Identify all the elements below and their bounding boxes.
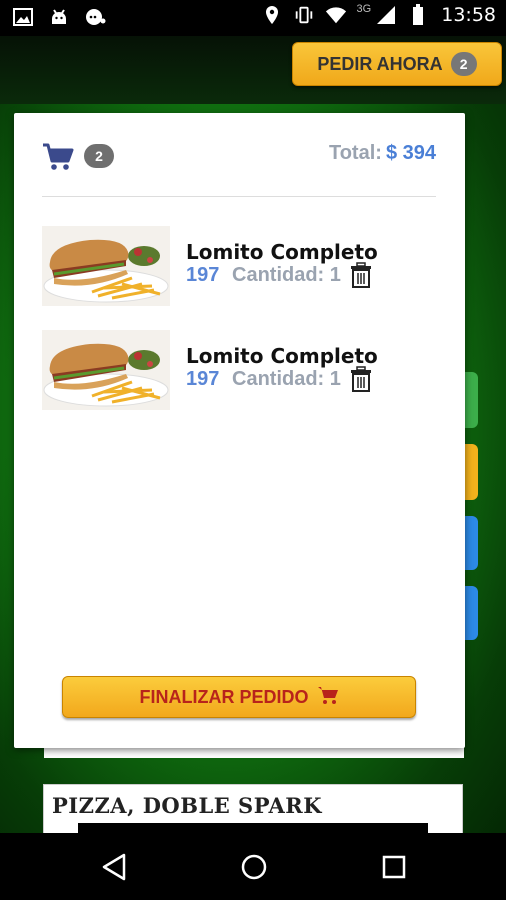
cart-item: Lomito Completo 197 Cantidad: 1 (42, 226, 442, 306)
item-quantity: Cantidad: 1 (232, 264, 341, 286)
cart-divider (42, 196, 436, 197)
cart-modal (14, 113, 465, 748)
pizza-title: PIZZA, DOBLE SPARK (52, 793, 322, 818)
location-icon (261, 4, 283, 26)
shopping-cart-icon (42, 142, 74, 172)
image-icon (12, 6, 34, 28)
pedir-count-badge: 2 (450, 52, 477, 76)
android-icon (48, 6, 70, 28)
item-price: 197 (186, 264, 220, 286)
pedir-ahora-label: PEDIR AHORA (317, 53, 443, 74)
total-label: Total: (328, 142, 382, 164)
trash-icon[interactable] (350, 366, 372, 392)
wifi-icon (325, 4, 347, 26)
navigation-bar (0, 833, 506, 900)
clock: 13:58 (441, 4, 496, 26)
recents-icon[interactable] (377, 851, 411, 883)
signal-icon (375, 4, 397, 26)
battery-icon (407, 4, 429, 26)
status-bar: 3G 13:58 (0, 0, 506, 36)
cart-item: Lomito Completo 197 Cantidad: 1 (42, 330, 442, 410)
item-price: 197 (186, 368, 220, 390)
pedir-ahora-button[interactable]: PEDIR AHORA 2 (292, 42, 502, 86)
back-icon[interactable] (98, 851, 132, 883)
network-type: 3G (356, 3, 372, 15)
home-icon[interactable] (237, 851, 271, 883)
item-quantity: Cantidad: 1 (232, 368, 341, 390)
finalizar-pedido-label: FINALIZAR PEDIDO (139, 686, 309, 707)
item-name: Lomito Completo (186, 240, 378, 264)
sandwich-image (42, 226, 170, 306)
cart-count-badge: 2 (84, 144, 114, 168)
item-name: Lomito Completo (186, 344, 378, 368)
total-value: $ 394 (385, 142, 436, 164)
cart-icon (317, 685, 339, 710)
chat-icon (84, 6, 106, 28)
sandwich-image (42, 330, 170, 410)
cart-total: Total: $ 394 (329, 142, 436, 165)
vibrate-icon (293, 4, 315, 26)
finalizar-pedido-button[interactable]: FINALIZAR PEDIDO (62, 676, 416, 718)
trash-icon[interactable] (350, 262, 372, 288)
